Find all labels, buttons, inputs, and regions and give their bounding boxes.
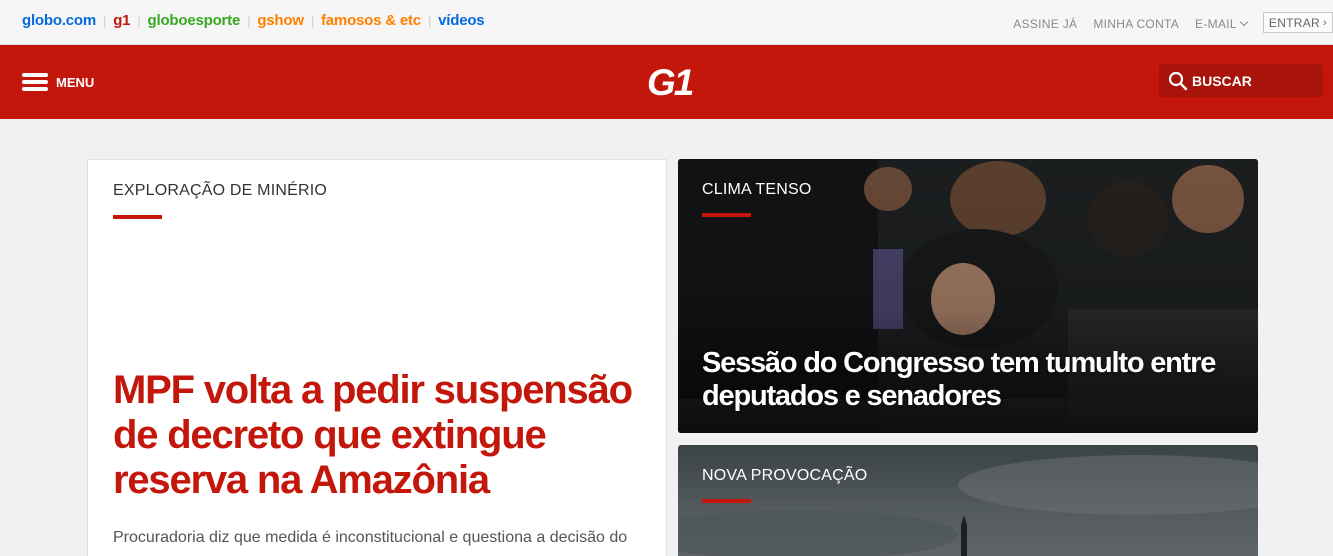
- photo-story-card-1[interactable]: CLIMA TENSO Sessão do Congresso tem tumu…: [678, 159, 1258, 433]
- separator: |: [427, 13, 432, 28]
- entrar-button[interactable]: ENTRAR ›: [1262, 12, 1333, 33]
- main-story-headline[interactable]: MPF volta a pedir suspensão de decreto q…: [113, 368, 643, 503]
- separator: |: [103, 13, 107, 28]
- link-videos[interactable]: vídeos: [438, 12, 485, 29]
- search-button[interactable]: BUSCAR: [1159, 64, 1323, 97]
- globo-portal-links: globo.com | g1 | globoesporte | gshow | …: [22, 12, 485, 29]
- kicker-underline: [113, 215, 162, 219]
- menu-label: MENU: [56, 74, 95, 90]
- link-g1[interactable]: g1: [113, 12, 130, 29]
- separator: |: [310, 13, 314, 28]
- search-label: BUSCAR: [1192, 72, 1252, 89]
- link-gshow[interactable]: gshow: [257, 12, 304, 29]
- assine-link[interactable]: ASSINE JÁ: [1013, 17, 1077, 31]
- main-story-summary: Procuradoria diz que medida é inconstitu…: [113, 529, 628, 546]
- g1-logo[interactable]: G1: [645, 62, 701, 103]
- g1-logo-mark: G1: [647, 62, 695, 103]
- separator: |: [137, 13, 141, 28]
- missile-sky-photo: [678, 445, 1258, 556]
- main-story-card[interactable]: EXPLORAÇÃO DE MINÉRIO MPF volta a pedir …: [87, 159, 667, 556]
- entrar-label: ENTRAR: [1268, 15, 1321, 30]
- link-globo-com[interactable]: globo.com: [22, 12, 96, 29]
- chevron-right-icon: ›: [1323, 16, 1327, 29]
- photo-story-2-kicker: NOVA PROVOCAÇÃO: [702, 467, 868, 484]
- g1-logo-text: G1: [647, 64, 693, 100]
- email-dropdown[interactable]: E-MAIL: [1195, 16, 1249, 31]
- minha-conta-link[interactable]: MINHA CONTA: [1093, 17, 1179, 31]
- hamburger-icon: [22, 73, 48, 91]
- photo-story-card-2[interactable]: NOVA PROVOCAÇÃO: [678, 445, 1258, 556]
- menu-button[interactable]: MENU: [22, 73, 94, 91]
- email-label: E-MAIL: [1195, 16, 1237, 31]
- photo-story-1-headline[interactable]: Sessão do Congresso tem tumulto entre de…: [702, 347, 1222, 413]
- g1-header: MENU G1 BUSCAR: [0, 45, 1333, 119]
- link-famosos[interactable]: famosos & etc: [321, 12, 421, 29]
- main-story-kicker: EXPLORAÇÃO DE MINÉRIO: [113, 182, 328, 199]
- photo-story-1-kicker: CLIMA TENSO: [702, 181, 812, 198]
- kicker-underline: [702, 213, 751, 217]
- kicker-underline: [702, 499, 751, 503]
- link-globoesporte[interactable]: globoesporte: [148, 12, 241, 29]
- globo-top-bar: globo.com | g1 | globoesporte | gshow | …: [0, 0, 1333, 45]
- separator: |: [247, 13, 251, 28]
- search-icon: [1168, 71, 1188, 90]
- account-links: ASSINE JÁ MINHA CONTA E-MAIL ENTRAR ›: [1013, 12, 1333, 33]
- chevron-down-icon: [1239, 17, 1249, 27]
